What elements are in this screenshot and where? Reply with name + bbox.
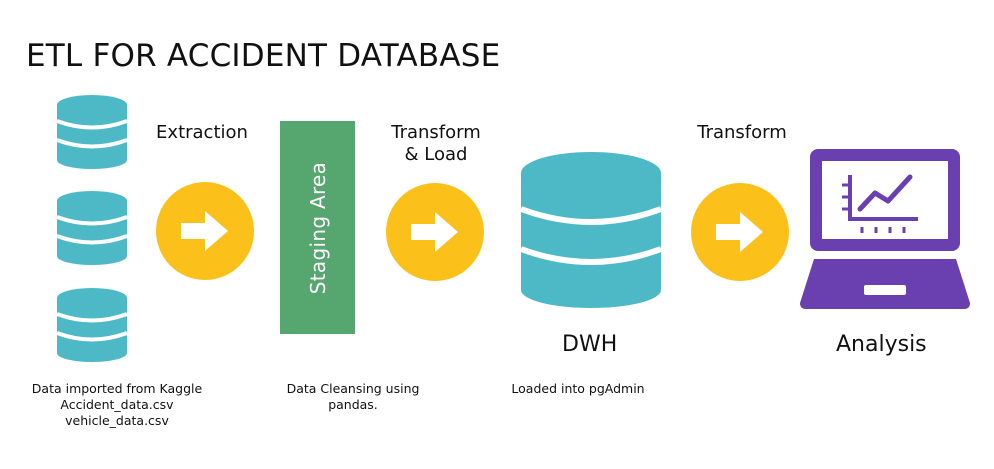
analysis-label: Analysis <box>836 332 927 357</box>
arrow-right-icon-transform-load <box>386 183 484 281</box>
note-source-line3: vehicle_data.csv <box>65 413 169 428</box>
step-label-transform-load-line2: & Load <box>404 144 468 165</box>
database-icon-source-3 <box>56 288 128 362</box>
note-source-line1: Data imported from Kaggle <box>31 381 203 396</box>
note-cleansing-line1: Data Cleansing using <box>286 381 420 396</box>
step-label-transform-load-line1: Transform <box>391 122 481 143</box>
staging-area-box: Staging Area <box>280 121 355 334</box>
note-source: Data imported from Kaggle Accident_data.… <box>14 381 220 429</box>
laptop-chart-icon <box>800 149 970 309</box>
note-cleansing: Data Cleansing using pandas. <box>268 381 438 413</box>
arrow-right-icon-transform <box>691 183 789 281</box>
note-loaded: Loaded into pgAdmin <box>511 381 645 396</box>
database-icon-dwh <box>519 152 663 308</box>
database-icon-source-2 <box>56 191 128 265</box>
step-label-transform-load: Transform & Load <box>383 122 489 166</box>
dwh-label: DWH <box>562 332 618 357</box>
note-cleansing-line2: pandas. <box>328 397 378 412</box>
diagram-title: ETL FOR ACCIDENT DATABASE <box>26 38 501 74</box>
staging-area-label: Staging Area <box>305 161 330 294</box>
database-icon-source-1 <box>56 95 128 169</box>
step-label-transform: Transform <box>697 122 787 143</box>
note-source-line2: Accident_data.csv <box>60 397 174 412</box>
arrow-right-icon-extraction <box>156 182 254 280</box>
step-label-extraction: Extraction <box>156 122 248 143</box>
